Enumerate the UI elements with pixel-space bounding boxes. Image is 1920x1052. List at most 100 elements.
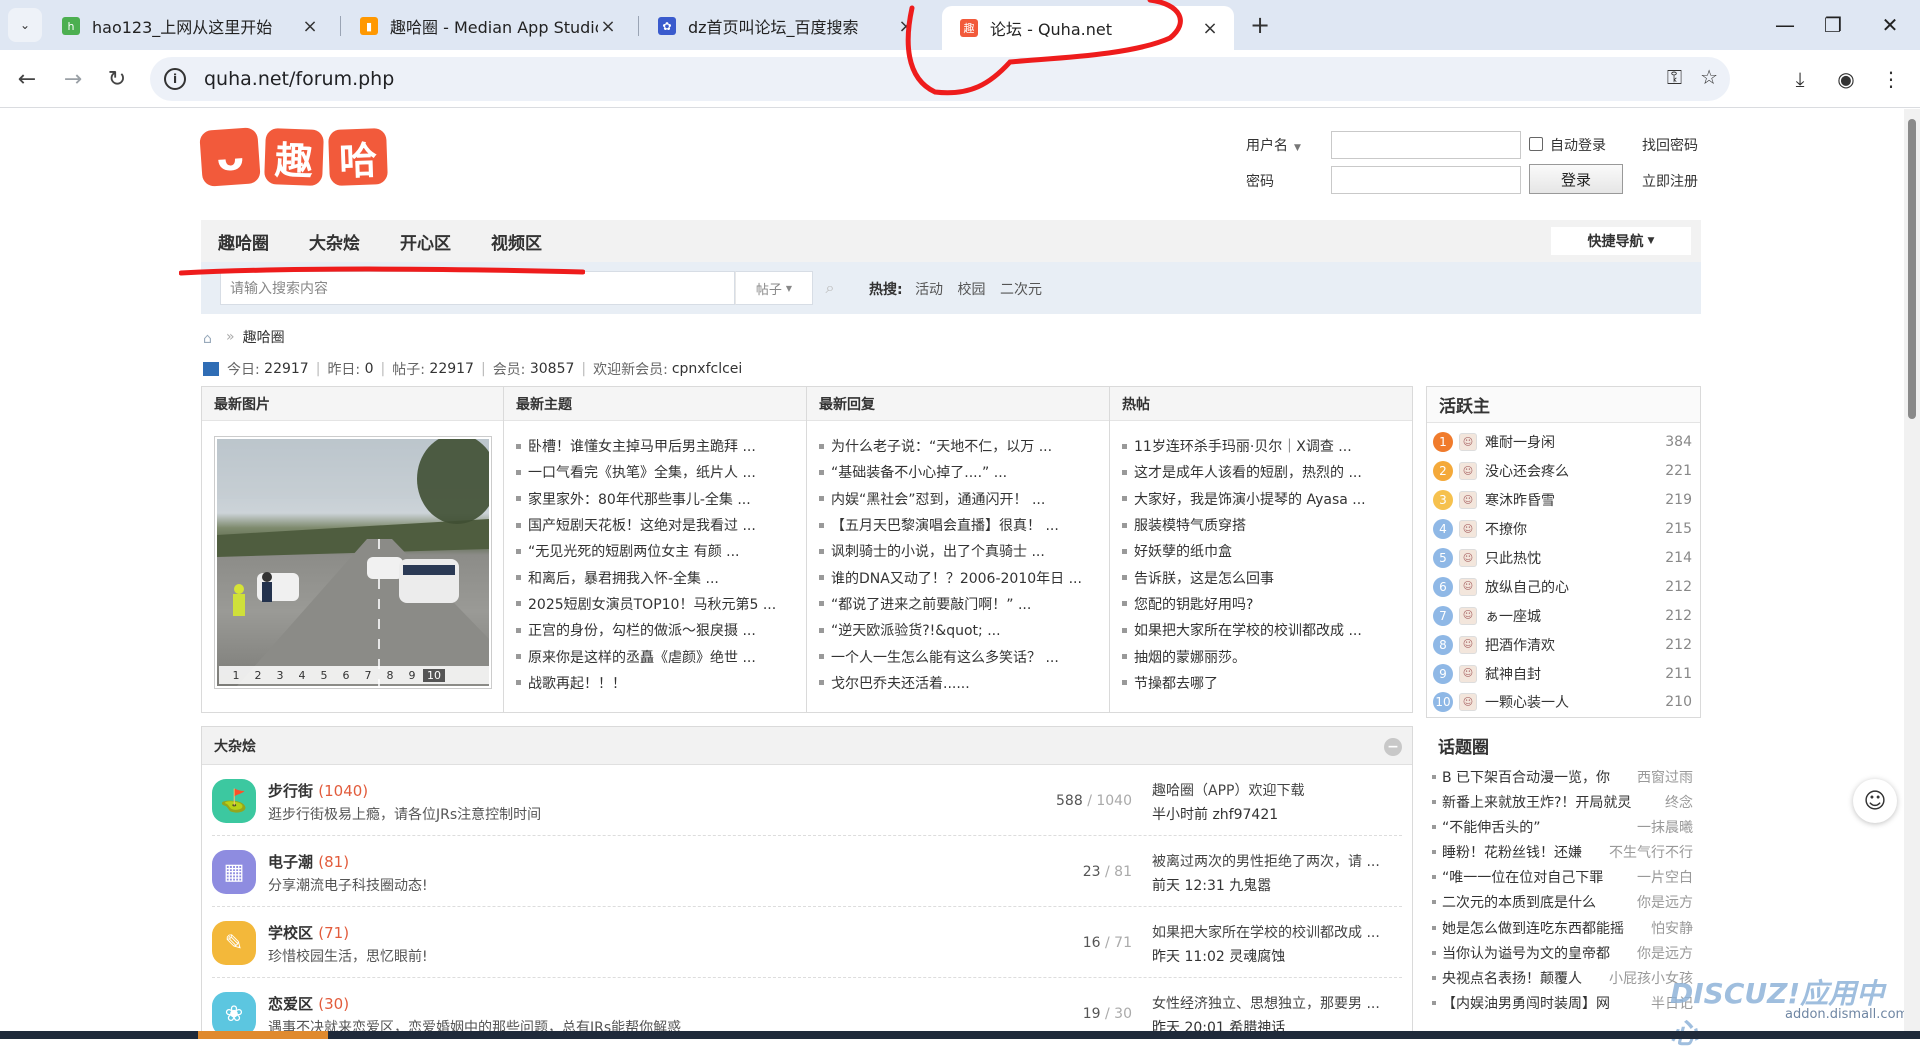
restore-button[interactable]: ❐ (1816, 8, 1850, 42)
hot-post-link[interactable]: 节操都去哪了 (1122, 670, 1412, 696)
downloads-button[interactable]: ⤓ (1783, 62, 1817, 96)
hot-post-link[interactable]: 您配的钥匙好用吗? (1122, 591, 1412, 617)
user-name[interactable]: 把酒作清欢 (1485, 635, 1555, 655)
active-user-row[interactable]: 8 ☺ 把酒作清欢 212 (1433, 630, 1694, 659)
page-button[interactable]: 9 (401, 669, 423, 682)
topic-item[interactable]: “唯一一位在位对自己下罪 一片空白 (1432, 865, 1695, 890)
electronics-icon[interactable]: ▦ (212, 850, 256, 894)
username-input[interactable] (1331, 131, 1521, 159)
reply-link[interactable]: 谁的DNA又动了！？2006-2010年日 ... (819, 564, 1109, 590)
reply-link[interactable]: 讽刺骑士的小说，出了个真骑士 ... (819, 538, 1109, 564)
user-name[interactable]: 弑神自封 (1485, 664, 1541, 684)
menu-button[interactable]: ⋮ (1874, 62, 1908, 96)
last-post-title[interactable]: 如果把大家所在学校的校训都改成 ... (1152, 922, 1402, 942)
walking-street-icon[interactable]: ⛳ (212, 779, 256, 823)
close-icon[interactable]: × (300, 16, 320, 37)
school-icon[interactable]: ✎ (212, 921, 256, 965)
hot-post-link[interactable]: 服装模特气质穿搭 (1122, 512, 1412, 538)
topic-item[interactable]: “不能伸舌头的” 一抹晨曦 (1432, 814, 1695, 839)
last-post-title[interactable]: 被离过两次的男性拒绝了两次，请 ... (1152, 851, 1402, 871)
active-user-row[interactable]: 7 ☺ ぁ一座城 212 (1433, 601, 1694, 630)
nav-item-shipinqu[interactable]: 视频区 (491, 220, 542, 262)
slideshow-image[interactable]: 1 2 3 4 5 6 7 8 9 10 (217, 439, 489, 686)
active-user-row[interactable]: 10 ☺ 一颗心装一人 210 (1433, 688, 1694, 717)
section-title[interactable]: 大杂烩 (214, 736, 256, 756)
reply-link[interactable]: “基础装备不小心掉了....” ... (819, 459, 1109, 485)
newest-member-link[interactable]: cpnxfclcei (672, 361, 742, 377)
reply-link[interactable]: 一个人一生怎么能有这么多笑话？ ... (819, 643, 1109, 669)
reload-button[interactable]: ↻ (100, 62, 134, 96)
hot-post-link[interactable]: 告诉朕，这是怎么回事 (1122, 564, 1412, 590)
forum-title[interactable]: 恋爱区 (30) (268, 993, 349, 1014)
topic-item[interactable]: 二次元的本质到底是什么 你是远方 (1432, 890, 1695, 915)
topic-item[interactable]: 她是怎么做到连吃东西都能摇 怕安静 (1432, 915, 1695, 940)
love-icon[interactable]: ❀ (212, 992, 256, 1034)
topic-link[interactable]: 国产短剧天花板！这绝对是我看过 ... (516, 512, 806, 538)
user-name[interactable]: 只此热忱 (1485, 548, 1541, 568)
back-button[interactable]: ← (10, 62, 44, 96)
topic-link[interactable]: 卧槽！谁懂女主掉马甲后男主跪拜 ... (516, 433, 806, 459)
search-button[interactable]: ⌕ (813, 271, 847, 305)
close-window-button[interactable]: ✕ (1873, 8, 1907, 42)
topic-link[interactable]: 战歌再起！！！ (516, 670, 806, 696)
last-post-meta[interactable]: 昨天 11:02 灵魂腐蚀 (1152, 946, 1285, 966)
forum-title[interactable]: 步行街 (1040) (268, 780, 368, 801)
auto-login-checkbox[interactable] (1529, 137, 1543, 151)
url-text[interactable]: quha.net/forum.php (204, 68, 394, 90)
nav-item-dazahui[interactable]: 大杂烩 (309, 220, 360, 262)
forum-title[interactable]: 学校区 (71) (268, 922, 349, 943)
minimize-button[interactable]: — (1768, 8, 1802, 42)
password-input[interactable] (1331, 166, 1521, 194)
close-icon[interactable]: × (1200, 18, 1220, 39)
address-bar[interactable]: i quha.net/forum.php ⚿ ☆ (150, 57, 1730, 101)
forgot-password-link[interactable]: 找回密码 (1642, 135, 1698, 155)
forum-title[interactable]: 电子潮 (81) (268, 851, 349, 872)
last-post-title[interactable]: 女性经济独立、思想独立，那要男 ... (1152, 993, 1402, 1013)
browser-tab-baidu[interactable]: ✿ dz首页叫论坛_百度搜索 × (640, 6, 930, 46)
new-tab-button[interactable]: + (1245, 10, 1275, 40)
reply-link[interactable]: 内娱“黑社会”怼到，通通闪开！ ... (819, 486, 1109, 512)
active-user-row[interactable]: 3 ☺ 寒沐昨昏雪 219 (1433, 486, 1694, 515)
user-name[interactable]: 放纵自己的心 (1485, 577, 1569, 597)
topic-item[interactable]: B 已下架百合动漫一览，你 西窗过雨 (1432, 764, 1695, 789)
reply-link[interactable]: 【五月天巴黎演唱会直播】很真！ ... (819, 512, 1109, 538)
user-name[interactable]: 一颗心装一人 (1485, 692, 1569, 712)
active-user-row[interactable]: 6 ☺ 放纵自己的心 212 (1433, 572, 1694, 601)
quick-nav-button[interactable]: 快捷导航 ▼ (1551, 227, 1691, 255)
browser-tab-median[interactable]: ▮ 趣哈圈 - Median App Studio × (342, 6, 632, 46)
topic-link[interactable]: 原来你是这样的丞矗《虐颜》绝世 ... (516, 643, 806, 669)
hot-keyword[interactable]: 二次元 (1000, 282, 1042, 298)
auto-login-label[interactable]: 自动登录 (1550, 135, 1606, 155)
last-post-title[interactable]: 趣哈圈（APP）欢迎下载 (1152, 780, 1402, 800)
last-post-meta[interactable]: 前天 12:31 九鬼嚣 (1152, 875, 1271, 895)
floating-assistant-avatar[interactable]: ☺ (1853, 779, 1897, 823)
last-post-meta[interactable]: 半小时前 zhf97421 (1152, 804, 1278, 824)
register-link[interactable]: 立即注册 (1642, 171, 1698, 191)
image-slideshow[interactable]: 1 2 3 4 5 6 7 8 9 10 (214, 436, 492, 689)
page-button[interactable]: 6 (335, 669, 357, 682)
reply-link[interactable]: 戈尔巴乔夫还活着...... (819, 670, 1109, 696)
page-scrollbar[interactable] (1904, 109, 1920, 1034)
user-name[interactable]: ぁ一座城 (1485, 606, 1541, 626)
nav-item-quhaquan[interactable]: 趣哈圈 (218, 220, 269, 262)
username-label[interactable]: 用户名 ▼ (1246, 135, 1301, 155)
topic-link[interactable]: 和离后，暴君拥我入怀-全集 ... (516, 564, 806, 590)
hot-post-link[interactable]: 11岁连环杀手玛丽·贝尔｜X调查 ... (1122, 433, 1412, 459)
collapse-button[interactable]: − (1384, 738, 1402, 756)
topic-link[interactable]: 正宫的身份，勾栏的做派～狠戾摄 ... (516, 617, 806, 643)
login-button[interactable]: 登录 (1529, 164, 1623, 194)
topic-link[interactable]: 家里家外：80年代那些事儿-全集 ... (516, 486, 806, 512)
hot-post-link[interactable]: 大家好，我是饰演小提琴的 Ayasa ... (1122, 486, 1412, 512)
key-icon[interactable]: ⚿ (1667, 65, 1682, 89)
active-user-row[interactable]: 4 ☺ 不撩你 215 (1433, 515, 1694, 544)
user-name[interactable]: 难耐一身闲 (1485, 432, 1555, 452)
topic-link[interactable]: 2025短剧女演员TOP10！马秋元第5 ... (516, 591, 806, 617)
active-user-row[interactable]: 9 ☺ 弑神自封 211 (1433, 659, 1694, 688)
hot-keyword[interactable]: 校园 (958, 282, 986, 298)
topic-item[interactable]: 睡粉！花粉丝钱！还嫌 不生气行不行 (1432, 839, 1695, 864)
hot-post-link[interactable]: 如果把大家所在学校的校训都改成 ... (1122, 617, 1412, 643)
breadcrumb-current[interactable]: 趣哈圈 (243, 327, 285, 347)
site-info-icon[interactable]: i (164, 68, 186, 90)
hot-post-link[interactable]: 抽烟的蒙娜丽莎。 (1122, 643, 1412, 669)
tab-search-button[interactable]: ⌄ (8, 8, 42, 42)
